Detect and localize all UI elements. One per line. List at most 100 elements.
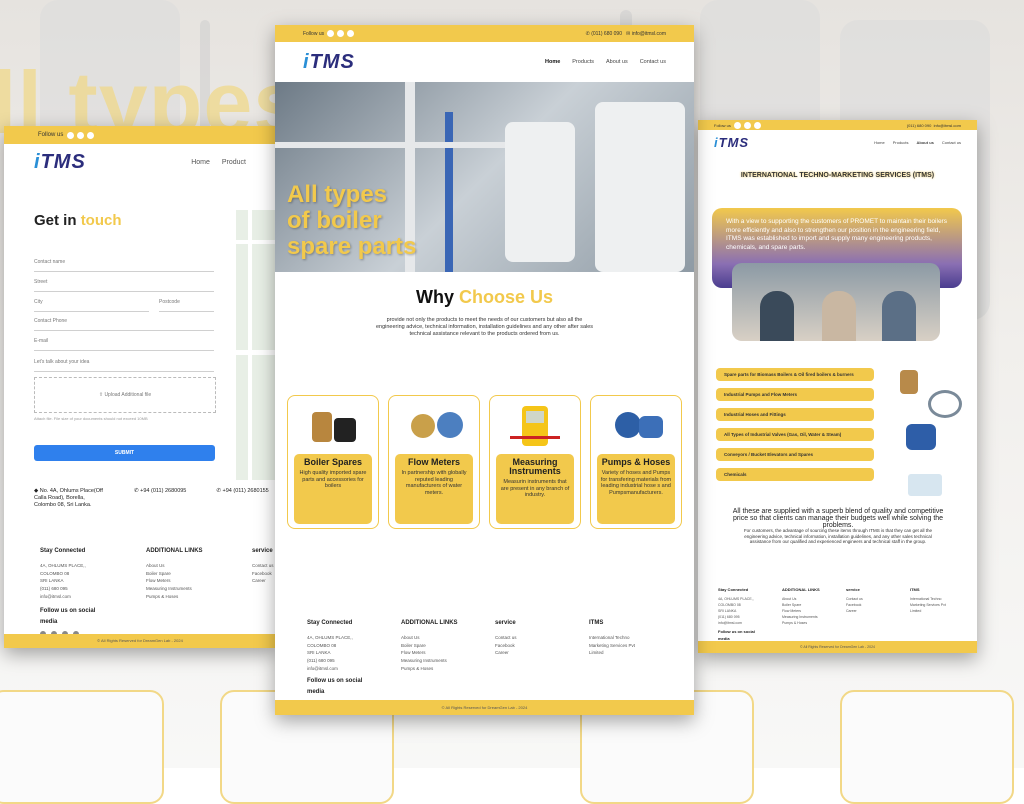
nav-products[interactable]: Product bbox=[222, 159, 246, 166]
copyright-bar: © All Rights Reserved for DreamGen Lab -… bbox=[698, 641, 977, 653]
card-pumps-hoses[interactable]: Pumps & Hoses Variety of hoses and Pumps… bbox=[590, 395, 682, 529]
contact-page-mockup: Follow us iTMS Home Product Get in touch… bbox=[4, 126, 276, 648]
phone-icon: ✆ bbox=[216, 488, 221, 494]
street-field[interactable]: Street bbox=[34, 279, 214, 292]
instagram-icon[interactable] bbox=[743, 121, 751, 129]
about-paragraph: All these are supplied with a superb ble… bbox=[732, 508, 944, 529]
product-images bbox=[892, 364, 962, 504]
phone-icon: ✆ bbox=[134, 488, 139, 494]
nav-home[interactable]: Home bbox=[191, 159, 210, 166]
list-item[interactable]: Conveyors / Bucket Elevators and Spares bbox=[716, 448, 874, 461]
card-boiler-spares[interactable]: Boiler Spares High quality imported spar… bbox=[287, 395, 379, 529]
footer-itms: ITMS International Techno Marketing Serv… bbox=[589, 620, 636, 656]
footer: Stay Connected 4A, OHLUMS PLACE,, COLOMBO… bbox=[40, 546, 274, 637]
boiler-spares-image bbox=[298, 402, 368, 452]
contact-phone-field[interactable]: Contact Phone bbox=[34, 318, 214, 331]
logo[interactable]: iTMS bbox=[714, 135, 749, 150]
nav-about[interactable]: About us bbox=[917, 140, 934, 145]
social-icons: Follow us bbox=[714, 121, 761, 129]
social-icons: Follow us bbox=[303, 30, 355, 37]
upload-note: Attach file. File size of your documents… bbox=[34, 416, 148, 421]
list-item[interactable]: All Types of Industrial Valves (Gas, Oil… bbox=[716, 428, 874, 441]
nav-home[interactable]: Home bbox=[545, 59, 560, 65]
footer-service: service Contact us Facebook Career bbox=[252, 548, 274, 584]
postcode-field[interactable]: Postcode bbox=[159, 299, 214, 312]
phone-icon: ✆ bbox=[585, 30, 590, 37]
twitter-icon[interactable] bbox=[87, 131, 95, 139]
why-text: provide not only the products to meet th… bbox=[375, 317, 594, 337]
facebook-icon[interactable] bbox=[733, 121, 741, 129]
list-item[interactable]: Industrial Pumps and Flow Meters bbox=[716, 388, 874, 401]
header: iTMS Home Products About us Contact us bbox=[698, 130, 977, 154]
card-panel: Pumps & Hoses Variety of hoses and Pumps… bbox=[597, 454, 675, 524]
nav-products[interactable]: Products bbox=[572, 59, 594, 65]
phone-2: ✆ +94 (011) 2680155 bbox=[216, 488, 269, 494]
nav-contact[interactable]: Contact us bbox=[640, 59, 666, 65]
footer-stay: Stay Connected 4A, OHLUMS PLACE,, COLOMBO… bbox=[307, 618, 371, 707]
hero-banner: All types of boiler spare parts bbox=[275, 82, 694, 272]
upload-box[interactable]: ⇪ Upload Additional file bbox=[34, 377, 216, 413]
address: ◆ No. 4A, Ohlums Place(Off Calla Road), … bbox=[34, 488, 103, 508]
nav: Home Products About us Contact us bbox=[874, 140, 961, 145]
submit-button[interactable]: SUBMIT bbox=[34, 445, 215, 461]
nav-about[interactable]: About us bbox=[606, 59, 628, 65]
nav-home[interactable]: Home bbox=[874, 140, 885, 145]
footer-links: ADDITIONAL LINKS About Us Boiler Spare Flo… bbox=[146, 548, 203, 599]
logo[interactable]: iTMS bbox=[34, 151, 86, 174]
about-paragraph-2: For customers, the advantage of sourcing… bbox=[743, 528, 933, 544]
nav-products[interactable]: Products bbox=[893, 140, 909, 145]
list-item[interactable]: Chemicals bbox=[716, 468, 874, 481]
copyright-bar: © All Rights Reserved for DreamGen Lab -… bbox=[275, 700, 694, 715]
instagram-icon[interactable] bbox=[337, 30, 345, 37]
twitter-icon[interactable] bbox=[753, 121, 761, 129]
header: iTMS Home Products About us Contact us bbox=[275, 42, 694, 82]
follow-us: Follow us bbox=[38, 131, 95, 139]
mail-icon: ✉ bbox=[626, 30, 631, 37]
email-field[interactable]: E-mail bbox=[34, 338, 214, 351]
footer: Stay Connected 4A, OHLUMS PLACE,, COLOMBO… bbox=[307, 618, 639, 707]
footer-links: ADDITIONAL LINKS About Us Boiler Spare Flo… bbox=[401, 620, 458, 671]
card-flow-meters[interactable]: Flow Meters In partnership with globally… bbox=[388, 395, 480, 529]
twitter-icon[interactable] bbox=[347, 30, 355, 37]
card-panel: Flow Meters In partnership with globally… bbox=[395, 454, 473, 524]
location-icon: ◆ bbox=[34, 488, 39, 494]
nav: Home Products About us Contact us bbox=[545, 59, 666, 65]
why-title: Why Choose Us bbox=[415, 287, 554, 307]
flow-meters-image bbox=[399, 402, 469, 452]
about-page-mockup: Follow us (011) 680 090 info@itmsl.com i… bbox=[698, 120, 977, 653]
facebook-icon[interactable] bbox=[67, 131, 75, 139]
team-photo bbox=[732, 263, 940, 341]
topbar: Follow us (011) 680 090 info@itmsl.com bbox=[698, 120, 977, 130]
header: iTMS Home Product bbox=[4, 144, 276, 180]
topbar: Follow us bbox=[4, 126, 276, 144]
follow-label: Follow us bbox=[303, 30, 325, 37]
card-measuring-instruments[interactable]: Measuring Instruments Measurin instrumen… bbox=[489, 395, 581, 529]
home-page-mockup: Follow us ✆ (011) 680 090 ✉ info@itmsl.c… bbox=[275, 25, 694, 715]
phone-1: ✆ +94 (011) 2680095 bbox=[134, 488, 187, 494]
nav: Home Product bbox=[191, 159, 246, 166]
social-icons bbox=[67, 131, 95, 139]
copyright-bar: © All Rights Reserved for DreamGen Lab -… bbox=[4, 634, 276, 648]
list-item[interactable]: Industrial Hoses and Fittings bbox=[716, 408, 874, 421]
facebook-icon[interactable] bbox=[327, 30, 335, 37]
about-title: INTERNATIONAL TECHNO-MARKETING SERVICES … bbox=[740, 172, 935, 179]
product-list: Spare parts for Biomass Boilers & Oil fi… bbox=[716, 368, 874, 488]
instagram-icon[interactable] bbox=[77, 131, 85, 139]
topbar: Follow us ✆ (011) 680 090 ✉ info@itmsl.c… bbox=[275, 25, 694, 42]
topbar-contact: (011) 680 090 info@itmsl.com bbox=[906, 122, 961, 128]
contact-info: ◆ No. 4A, Ohlums Place(Off Calla Road), … bbox=[34, 488, 269, 509]
map[interactable] bbox=[236, 210, 276, 480]
measuring-instruments-image bbox=[500, 402, 570, 452]
footer-service: service Contact us Facebook Career bbox=[495, 620, 517, 656]
footer-stay: Stay Connected 4A, OHLUMS PLACE,, COLOMBO… bbox=[40, 546, 110, 637]
follow-label: Follow us bbox=[38, 132, 64, 138]
idea-field[interactable]: Let's talk about your idea bbox=[34, 359, 214, 372]
logo[interactable]: iTMS bbox=[303, 51, 355, 74]
hero-title: All types of boiler spare parts bbox=[287, 181, 417, 260]
topbar-contact: ✆ (011) 680 090 ✉ info@itmsl.com bbox=[585, 30, 666, 37]
card-panel: Boiler Spares High quality imported spar… bbox=[294, 454, 372, 524]
city-field[interactable]: City bbox=[34, 299, 149, 312]
list-item[interactable]: Spare parts for Biomass Boilers & Oil fi… bbox=[716, 368, 874, 381]
contact-name-field[interactable]: Contact name bbox=[34, 259, 214, 272]
nav-contact[interactable]: Contact us bbox=[942, 140, 961, 145]
